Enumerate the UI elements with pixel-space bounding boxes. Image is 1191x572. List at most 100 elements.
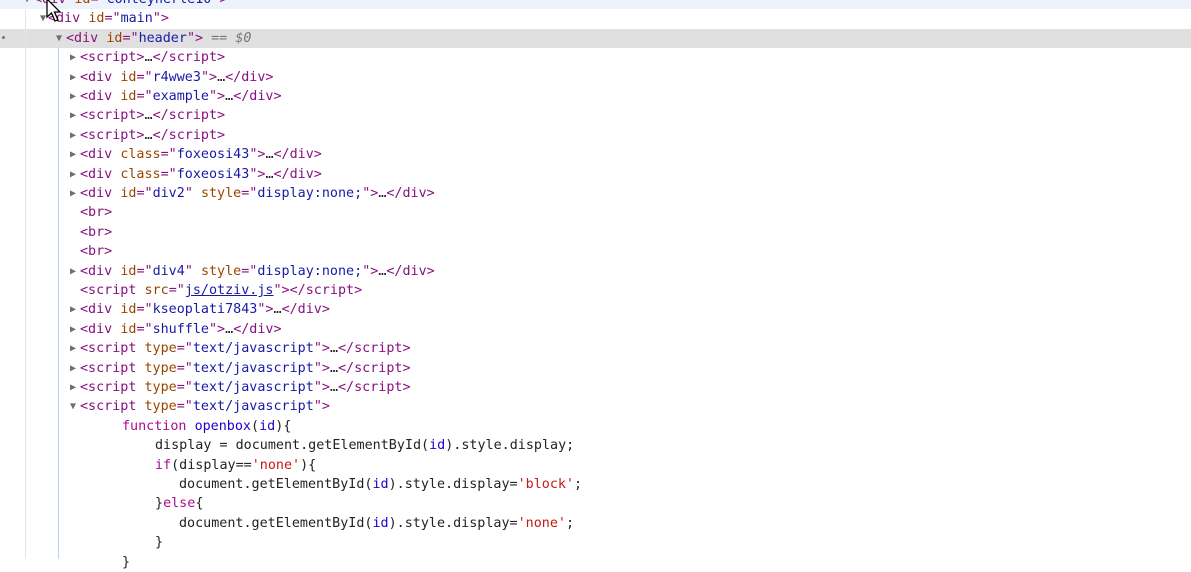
node-markup: <br> xyxy=(80,203,112,222)
dom-node-row[interactable]: document.getElementById(id).style.displa… xyxy=(0,514,1191,533)
code-token: … xyxy=(217,69,226,85)
dom-node-row[interactable]: } xyxy=(0,553,1191,572)
dom-node-row[interactable]: document.getElementById(id).style.displa… xyxy=(0,475,1191,494)
dom-node-row[interactable]: ▶ <div id="r4wwe3">…</div> xyxy=(0,68,1191,87)
node-markup: <script>…</script> xyxy=(80,48,225,67)
code-token: function xyxy=(122,418,195,434)
expand-triangle-closed-icon[interactable]: ▶ xyxy=(70,339,80,358)
expand-triangle-closed-icon[interactable]: ▶ xyxy=(70,320,80,339)
node-markup: <br> xyxy=(80,223,112,242)
expand-triangle-closed-icon[interactable]: ▶ xyxy=(70,300,80,319)
code-token: =" xyxy=(160,147,177,163)
code-token: … xyxy=(329,380,338,395)
dom-node-row[interactable]: ▶ <div class="foxeosi43">…</div> xyxy=(0,145,1191,164)
expand-triangle-closed-icon[interactable]: ▶ xyxy=(70,184,80,203)
code-token: id xyxy=(259,418,276,434)
expand-triangle-open-icon[interactable]: ▼ xyxy=(70,397,80,416)
code-token: id xyxy=(429,438,446,454)
dom-node-row[interactable]: <br> xyxy=(0,223,1191,242)
code-token: (display== xyxy=(171,457,252,473)
code-token: <div xyxy=(80,147,121,163)
dom-node-row[interactable]: ▶ <script>…</script> xyxy=(0,106,1191,125)
dom-node-row[interactable]: display = document.getElementById(id).st… xyxy=(0,436,1191,455)
code-token: =" xyxy=(136,89,153,104)
node-markup: <div id="main"> xyxy=(48,9,169,28)
code-token: } xyxy=(155,535,164,551)
code-token: document.getElementById( xyxy=(179,515,373,531)
code-token: type xyxy=(144,341,177,357)
node-markup: document.getElementById(id).style.displa… xyxy=(179,514,574,533)
dom-node-row[interactable]: ▶ <script type="text/javascript">…</scrip… xyxy=(0,378,1191,397)
expand-triangle-open-icon[interactable]: ▼ xyxy=(56,29,66,48)
code-token: … xyxy=(225,89,234,104)
code-token: foxeosi43 xyxy=(176,166,250,182)
expand-triangle-closed-icon[interactable]: ▶ xyxy=(70,106,80,125)
dom-node-row-selected[interactable]: ▼ <div id="header"> == $0 xyxy=(0,28,1191,49)
dom-node-row[interactable]: }else{ xyxy=(0,494,1191,513)
code-token: ( xyxy=(251,418,260,434)
code-token: class xyxy=(120,147,161,163)
code-token: =" xyxy=(176,341,193,357)
code-token: ){ xyxy=(300,457,317,473)
dom-node-row[interactable]: <script src="js/otziv.js"></script> xyxy=(0,281,1191,300)
dom-node-row[interactable]: ▶ <script type="text/javascript">…</scrip… xyxy=(0,359,1191,378)
expand-triangle-closed-icon[interactable]: ▶ xyxy=(70,48,80,67)
dom-node-row[interactable]: ▶ <div id="div4" style="display:none;">…<… xyxy=(0,262,1191,281)
code-token: "> xyxy=(313,399,330,415)
dom-node-row[interactable]: function openbox(id){ xyxy=(0,417,1191,436)
expand-triangle-closed-icon[interactable]: ▶ xyxy=(70,145,80,164)
code-token: <div xyxy=(80,263,121,279)
code-token: <div xyxy=(80,89,121,104)
code-token: shuffle xyxy=(152,321,209,337)
expand-triangle-closed-icon[interactable]: ▶ xyxy=(70,378,80,397)
code-token: ).style.display; xyxy=(445,438,575,454)
code-token: =" xyxy=(136,321,153,337)
code-token: ).style.display= xyxy=(388,515,518,531)
code-token: "> xyxy=(362,186,379,201)
code-token: "> xyxy=(200,69,218,85)
code-token: } xyxy=(122,554,131,570)
dom-node-row[interactable]: if(display=='none'){ xyxy=(0,456,1191,475)
dom-node-row[interactable]: ▶ <script>…</script> xyxy=(0,48,1191,67)
code-token: <script> xyxy=(80,108,145,124)
dom-node-row[interactable]: ▶ <div id="div2" style="display:none;">…<… xyxy=(0,184,1191,203)
code-token: " xyxy=(184,186,201,201)
code-token: "> xyxy=(257,302,274,318)
code-token: … xyxy=(329,341,338,357)
code-token: style xyxy=(200,186,242,201)
script-src-link[interactable]: js/otziv.js xyxy=(185,283,274,298)
code-token: class xyxy=(120,166,161,182)
expand-triangle-closed-icon[interactable]: ▶ xyxy=(70,126,80,145)
code-token: id xyxy=(120,263,137,279)
code-token: <br> xyxy=(80,205,113,221)
code-token: =" xyxy=(136,186,153,201)
dom-node-row[interactable]: <br> xyxy=(0,242,1191,261)
code-token: id xyxy=(120,302,137,318)
expand-triangle-closed-icon[interactable]: ▶ xyxy=(70,87,80,106)
node-markup: <div class="foxeosi43">…</div> xyxy=(80,145,322,164)
code-token: </div> xyxy=(273,166,322,182)
dom-node-row[interactable]: ▼ <div id="main"> xyxy=(0,9,1191,28)
code-token: "> xyxy=(362,263,379,279)
code-token: else xyxy=(163,496,196,512)
dom-node-row[interactable]: ▶ <div class="foxeosi43">…</div> xyxy=(0,165,1191,184)
dom-node-row[interactable]: ▶ <div id="kseoplati7843">…</div> xyxy=(0,300,1191,319)
dom-node-row[interactable]: ▶ <div id="shuffle">…</div> xyxy=(0,320,1191,339)
dom-node-row[interactable]: ▼<div id="conteynerle10"> xyxy=(0,0,1191,10)
dom-node-row[interactable]: ▶ <script>…</script> xyxy=(0,126,1191,145)
dom-node-row[interactable]: ▶ <div id="example">…</div> xyxy=(0,87,1191,106)
dom-node-row[interactable]: } xyxy=(0,533,1191,552)
dom-node-row[interactable]: <br> xyxy=(0,203,1191,222)
node-markup: }else{ xyxy=(155,494,203,513)
expand-triangle-closed-icon[interactable]: ▶ xyxy=(70,359,80,378)
node-markup: <div id="kseoplati7843">…</div> xyxy=(80,300,330,319)
code-token: text/javascript xyxy=(192,360,314,376)
code-token: </div> xyxy=(386,186,435,201)
expand-triangle-open-icon[interactable]: ▼ xyxy=(24,0,34,9)
expand-triangle-closed-icon[interactable]: ▶ xyxy=(70,68,80,87)
dom-node-row[interactable]: ▼ <script type="text/javascript"> xyxy=(0,397,1191,416)
expand-triangle-closed-icon[interactable]: ▶ xyxy=(70,262,80,281)
dom-node-row[interactable]: ▶ <script type="text/javascript">…</scrip… xyxy=(0,339,1191,358)
expand-triangle-closed-icon[interactable]: ▶ xyxy=(70,165,80,184)
code-token: <script> xyxy=(80,127,145,143)
